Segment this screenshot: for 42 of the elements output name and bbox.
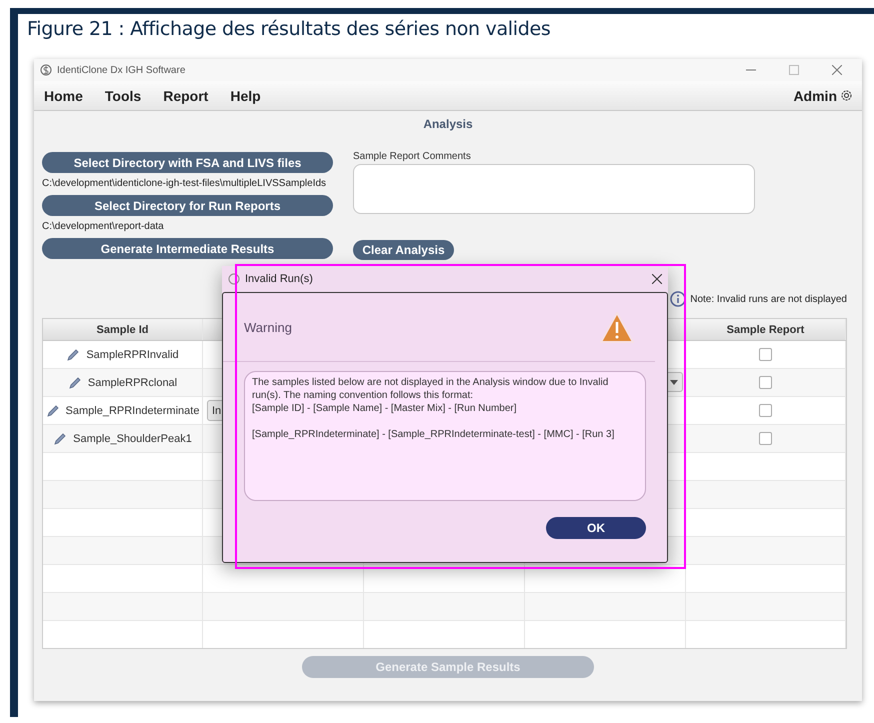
report-checkbox[interactable] xyxy=(759,376,772,389)
user-menu[interactable]: Admin xyxy=(793,88,837,104)
clear-analysis-button[interactable]: Clear Analysis xyxy=(353,240,454,260)
menu-item[interactable]: Tools xyxy=(104,88,142,104)
message-text: The samples listed below are not displayed in the Analysis window due to Invalid run(s). The naming convention follows this format: xyxy=(252,376,610,402)
menu-item[interactable]: Home xyxy=(44,88,83,104)
directory-button[interactable]: Select Directory for Run Reports xyxy=(42,195,333,216)
settings-icon[interactable] xyxy=(841,90,852,101)
report-checkbox[interactable] xyxy=(759,348,772,361)
close-icon[interactable] xyxy=(652,274,662,284)
figure-caption: Figure 21 : Affichage des résultats des séries non valides xyxy=(26,17,552,42)
sample-id: Sample_RPRIndeterminate xyxy=(66,404,200,416)
caret-icon xyxy=(670,380,678,384)
sample-id: SampleRPRclonal xyxy=(88,376,178,388)
ok-button[interactable]: OK xyxy=(546,517,646,539)
page-title: Analysis xyxy=(422,117,474,131)
directory-path: C:\development\identiclone-igh-test-files\multipleLIVSSampleIds xyxy=(42,178,328,189)
dialog-heading: Warning xyxy=(244,320,292,334)
directory-button[interactable]: Generate Intermediate Results xyxy=(42,238,333,259)
comments-field[interactable] xyxy=(353,164,755,214)
report-checkbox[interactable] xyxy=(759,404,772,417)
comments-label: Sample Report Comments xyxy=(353,151,472,162)
info-icon xyxy=(670,291,686,307)
format-text: [Sample ID] - [Sample Name] - [Master Mix] - [Run Number] xyxy=(252,402,518,415)
directory-button[interactable]: Select Directory with FSA and LIVS files xyxy=(42,152,333,173)
window-title: IdentiClone Dx IGH Software xyxy=(57,64,186,76)
pencil-icon[interactable] xyxy=(46,404,60,418)
pencil-icon[interactable] xyxy=(53,432,68,446)
warning-icon xyxy=(599,310,635,344)
note-text: Note: Invalid runs are not displayed xyxy=(690,294,847,304)
pencil-icon[interactable] xyxy=(66,348,80,362)
menu-item[interactable]: Report xyxy=(163,88,208,104)
sample-id: SampleRPRInvalid xyxy=(86,348,179,360)
column-header: Sample Report xyxy=(726,324,804,336)
pencil-icon[interactable] xyxy=(68,376,82,390)
column-header: Sample Id xyxy=(96,324,148,336)
report-checkbox[interactable] xyxy=(759,432,772,445)
invalid-run-entry: [Sample_RPRIndeterminate] - [Sample_RPRIndeterminate-test] - [MMC] - [Run 3] xyxy=(252,428,616,441)
directory-path: C:\development\report-data xyxy=(42,221,165,232)
sample-id: Sample_ShoulderPeak1 xyxy=(73,432,192,444)
dialog-title: Invalid Run(s) xyxy=(245,273,314,285)
menu-item[interactable]: Help xyxy=(230,88,261,104)
